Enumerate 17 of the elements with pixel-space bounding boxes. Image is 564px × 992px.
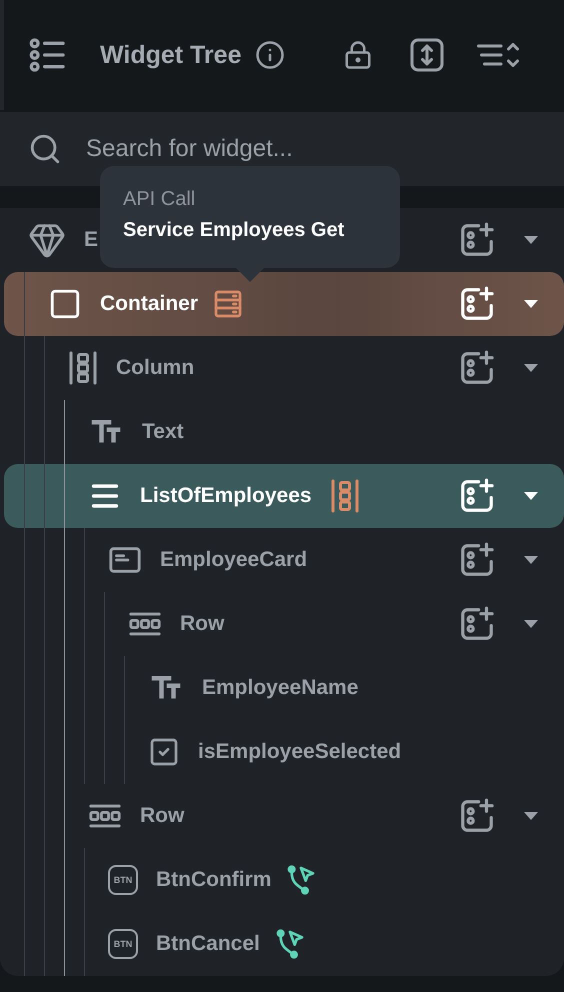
panel-title: Widget Tree <box>100 40 242 70</box>
widget-name: Container <box>100 292 198 316</box>
widget-name: Column <box>116 356 194 380</box>
widget-name: BtnConfirm <box>156 868 272 892</box>
widget-name: E <box>84 228 98 252</box>
widget-name: Row <box>180 612 224 636</box>
button-widget-icon: BTN <box>108 865 138 895</box>
button-widget-icon: BTN <box>108 929 138 959</box>
widget-name: Text <box>142 420 184 444</box>
widget-name: BtnCancel <box>156 932 260 956</box>
widget-name: EmployeeName <box>202 676 358 700</box>
tooltip-title: API Call <box>123 188 196 211</box>
widget-name: ListOfEmployees <box>140 484 312 508</box>
tooltip-subtitle: Service Employees Get <box>123 219 346 242</box>
widget-name: EmployeeCard <box>160 548 308 572</box>
widget-name: Row <box>140 804 184 828</box>
widget-name: isEmployeeSelected <box>198 740 402 764</box>
